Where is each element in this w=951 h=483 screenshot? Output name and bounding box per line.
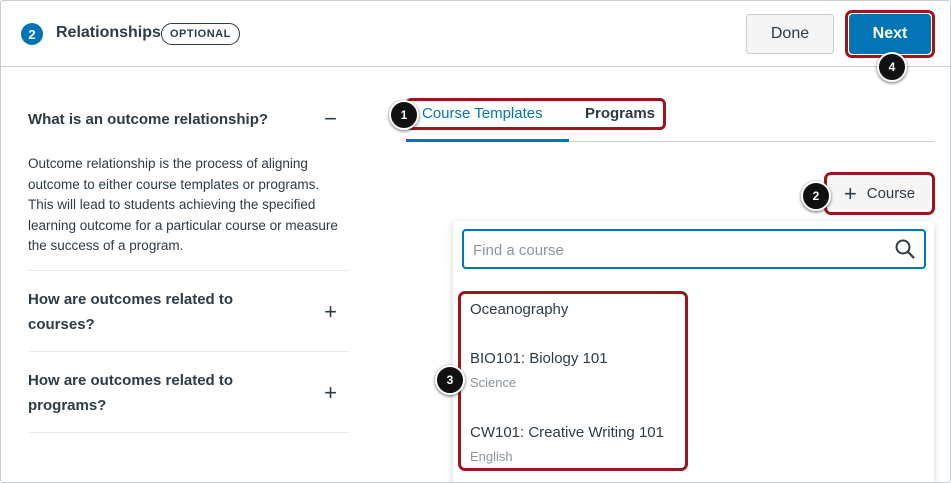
callout-4: 4 xyxy=(877,52,907,82)
step-title: Relationships xyxy=(56,24,161,41)
wizard-header: 2 Relationships OPTIONAL Done Next xyxy=(1,1,950,67)
expand-icon[interactable]: + xyxy=(324,382,337,404)
tab-course-templates[interactable]: Course Templates xyxy=(422,105,543,122)
course-search-input[interactable] xyxy=(473,239,873,261)
collapse-icon[interactable]: − xyxy=(324,108,337,130)
faq-question[interactable]: How are outcomes related to courses? xyxy=(28,287,288,337)
callout-3: 3 xyxy=(435,365,465,395)
add-course-button[interactable]: + Course xyxy=(829,177,930,210)
faq-question[interactable]: How are outcomes related to programs? xyxy=(28,368,288,418)
plus-icon: + xyxy=(843,180,857,206)
search-icon[interactable] xyxy=(894,238,916,260)
tab-programs[interactable]: Programs xyxy=(585,105,655,122)
optional-badge: OPTIONAL xyxy=(161,23,240,45)
faq-accordion: What is an outcome relationship? − Outco… xyxy=(28,91,349,433)
faq-answer: Outcome relationship is the process of a… xyxy=(28,156,338,253)
faq-item-courses[interactable]: How are outcomes related to courses? + xyxy=(28,271,349,352)
course-results-highlight xyxy=(458,291,688,471)
expand-icon[interactable]: + xyxy=(324,301,337,323)
outcome-wizard: 2 Relationships OPTIONAL Done Next What … xyxy=(0,0,951,483)
next-button[interactable]: Next xyxy=(849,14,931,54)
callout-2: 2 xyxy=(801,181,831,211)
faq-question[interactable]: What is an outcome relationship? xyxy=(28,107,349,132)
done-button[interactable]: Done xyxy=(746,14,834,54)
course-search-field[interactable] xyxy=(462,229,926,269)
callout-1: 1 xyxy=(389,100,419,130)
active-tab-indicator xyxy=(406,139,569,142)
faq-item-programs[interactable]: How are outcomes related to programs? + xyxy=(28,352,349,433)
step-number-badge: 2 xyxy=(21,23,43,45)
faq-item-outcome-relationship[interactable]: What is an outcome relationship? − Outco… xyxy=(28,91,349,271)
add-course-label: Course xyxy=(866,185,916,202)
